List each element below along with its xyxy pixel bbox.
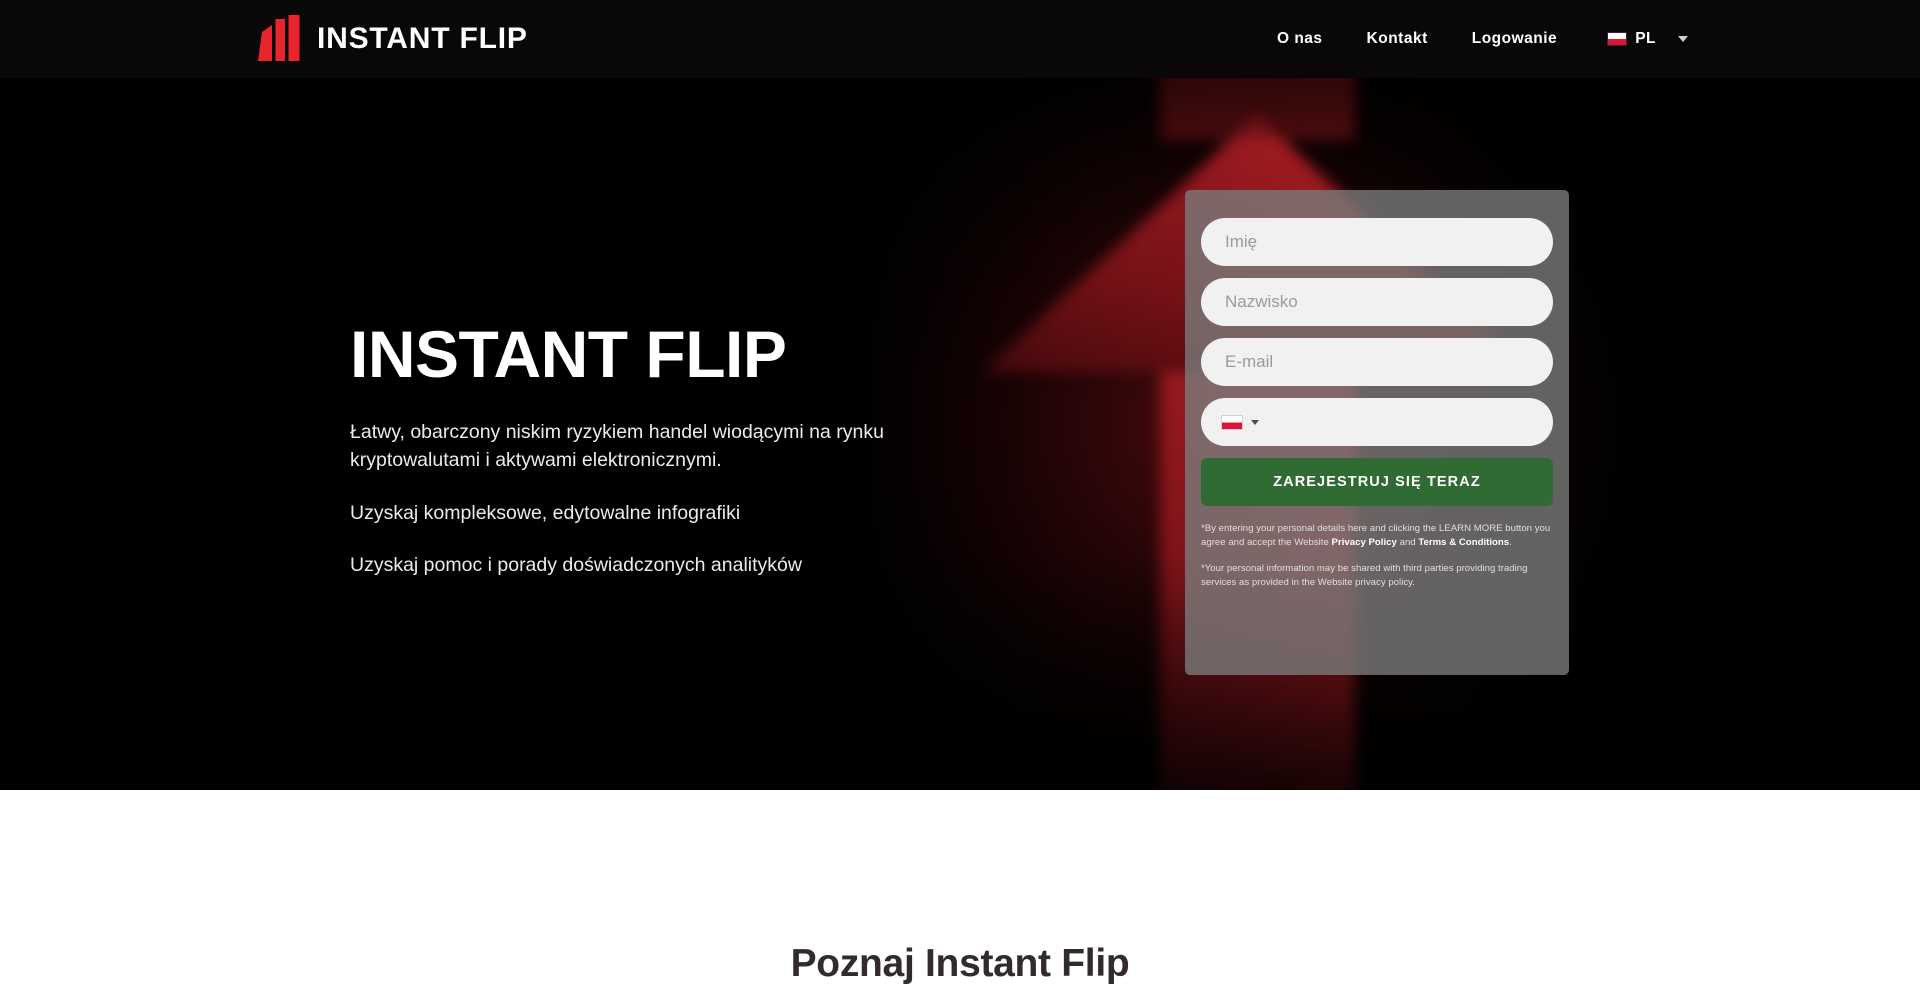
- instant-flip-bars-logo: [258, 15, 300, 63]
- language-code: PL: [1635, 30, 1656, 47]
- hero-vignette-overlay: [0, 0, 1920, 790]
- caret-down-icon: [1251, 419, 1259, 425]
- phone-country-select[interactable]: [1201, 398, 1553, 446]
- poland-flag-icon: [1221, 414, 1243, 430]
- register-button[interactable]: ZAREJESTRUJ SIĘ TERAZ: [1201, 458, 1553, 506]
- nav-item-kontakt[interactable]: Kontakt: [1367, 30, 1428, 48]
- hero-lead-text: Łatwy, obarczony niskim ryzykiem handel …: [350, 421, 884, 471]
- disclaimer-paragraph-2: *Your personal information may be shared…: [1201, 562, 1528, 588]
- terms-conditions-link[interactable]: Terms & Conditions: [1418, 537, 1509, 548]
- nav-item-o-nas[interactable]: O nas: [1277, 30, 1323, 48]
- hero-benefit-1: Uzyskaj kompleksowe, edytowalne infograf…: [350, 501, 741, 524]
- first-name-input[interactable]: [1201, 218, 1553, 266]
- hero-benefit-2: Uzyskaj pomoc i porady doświadczonych an…: [350, 554, 802, 577]
- language-selector[interactable]: PL: [1607, 30, 1688, 48]
- chevron-down-icon: [1678, 36, 1688, 42]
- brand-name: INSTANT FLIP: [317, 22, 528, 55]
- poland-flag-icon: [1607, 32, 1628, 46]
- intro-section: Poznaj Instant Flip: [0, 790, 1920, 1000]
- landing-page: INSTANT FLIP Łatwy, obarczony niskim ryz…: [0, 0, 1920, 1000]
- page-title: INSTANT FLIP: [350, 317, 787, 391]
- intro-heading: Poznaj Instant Flip: [790, 942, 1130, 985]
- hero-copy: INSTANT FLIP Łatwy, obarczony niskim ryz…: [350, 317, 950, 580]
- hero-section: INSTANT FLIP Łatwy, obarczony niskim ryz…: [0, 0, 1920, 790]
- site-header: INSTANT FLIP O nas Kontakt Logowanie PL: [0, 0, 1920, 78]
- disclaimer-1-mid: and: [1396, 536, 1419, 548]
- last-name-input[interactable]: [1201, 278, 1553, 326]
- brand-logo-link[interactable]: INSTANT FLIP: [258, 15, 528, 63]
- nav-item-logowanie[interactable]: Logowanie: [1472, 30, 1557, 48]
- signup-form: ZAREJESTRUJ SIĘ TERAZ *By entering your …: [1185, 190, 1569, 675]
- disclaimer-paragraph-1: *By entering your personal details here …: [1201, 522, 1553, 550]
- main-navigation: O nas Kontakt Logowanie PL: [1277, 30, 1688, 48]
- disclaimer-1-post: .: [1509, 536, 1512, 548]
- signup-disclaimer: *By entering your personal details here …: [1201, 522, 1553, 590]
- email-input[interactable]: [1201, 338, 1553, 386]
- privacy-policy-link[interactable]: Privacy Policy: [1332, 537, 1397, 548]
